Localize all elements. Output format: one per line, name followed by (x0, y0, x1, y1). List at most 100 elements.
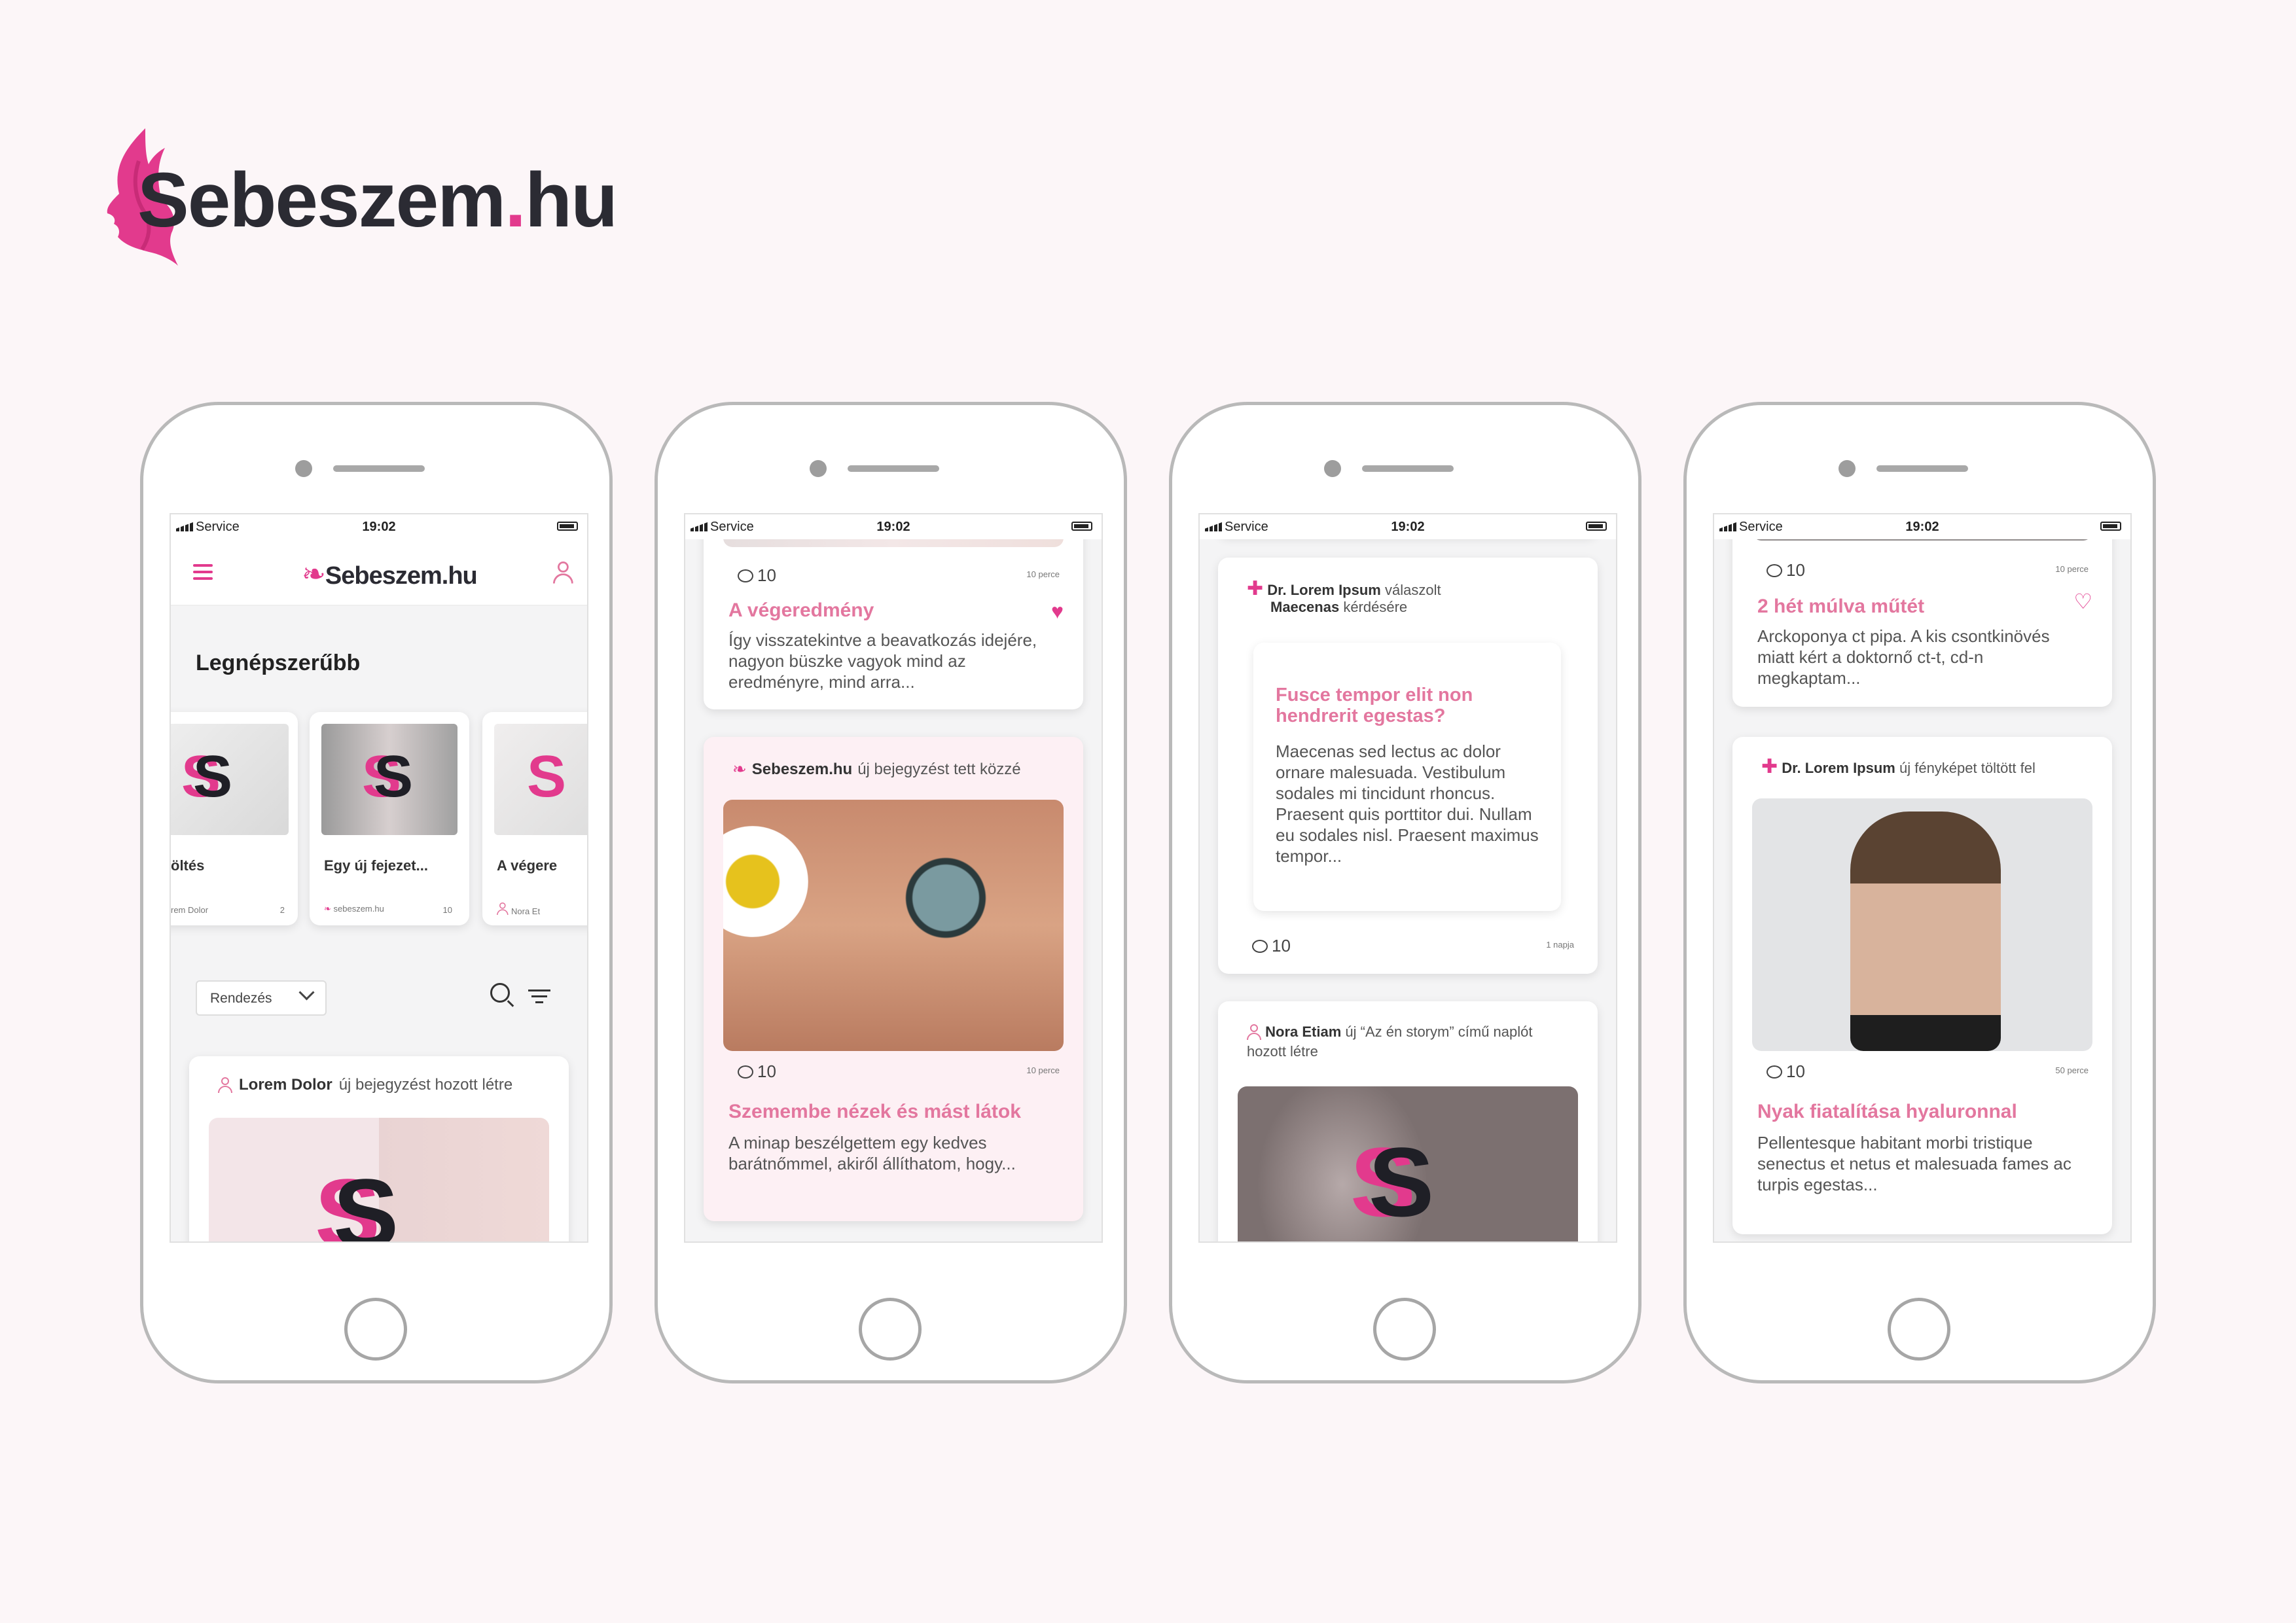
search-icon[interactable] (490, 983, 514, 1007)
phone-mockup-2: Service 19:02 10 10 perce A végeredmény … (655, 402, 1127, 1383)
speaker (1876, 465, 1968, 472)
home-button[interactable] (344, 1298, 407, 1361)
chevron-down-icon (298, 984, 315, 1001)
feed-card[interactable]: ✚ Dr. Lorem Ipsum új fényképet töltött f… (1732, 737, 2112, 1234)
phone-mockup-1: Service 19:02 ❧Sebeszem.hu Legnépszerűbb… (140, 402, 613, 1383)
post-title: 2 hét múlva műtét (1757, 596, 1925, 617)
battery-icon (1071, 522, 1092, 531)
heart-outline-icon[interactable]: ♡ (2073, 589, 2092, 614)
comment-icon (1252, 939, 1268, 953)
s-logo-icon: S (333, 1158, 399, 1243)
screen-photos: Service 19:02 10 10 perce 2 hét múlva mű… (1713, 513, 2132, 1243)
post-title: A végeredmény (728, 599, 874, 621)
comment-count[interactable]: 10 (1767, 1061, 1805, 1082)
card-author: ❧ sebeszem.hu (324, 904, 384, 914)
speaker (848, 465, 939, 472)
comment-icon (1767, 1065, 1782, 1079)
feed-card[interactable]: 10 10 perce A végeredmény ♥ Így visszate… (704, 514, 1083, 709)
post-image (1752, 798, 2092, 1051)
comment-icon (1767, 563, 1782, 577)
home-button[interactable] (1373, 1298, 1436, 1361)
user-icon (1247, 1024, 1261, 1040)
feed-meta: ✚ Dr. Lorem Ipsum új fényképet töltött f… (1761, 756, 2036, 777)
post-body: Így visszatekintve a beavatkozás idejére… (728, 630, 1037, 692)
battery-icon (557, 522, 578, 531)
status-bar: Service 19:02 (685, 514, 1102, 539)
camera (810, 460, 827, 477)
s-logo-icon: S (527, 744, 567, 810)
feed-card[interactable]: ✚ Dr. Lorem Ipsum válaszolt Maecenas kér… (1218, 558, 1598, 974)
card-title: öltés (171, 857, 205, 874)
s-logo-icon: S (193, 744, 233, 810)
speaker (333, 465, 425, 472)
feed-card[interactable]: Lorem Dolor új bejegyzést hozott létre S (189, 1056, 569, 1243)
comment-count[interactable]: 10 (1767, 560, 1805, 580)
user-icon (218, 1077, 232, 1093)
medical-cross-icon: ✚ (1247, 578, 1264, 599)
carousel-card[interactable]: S öltés rem Dolor 2 (171, 712, 298, 925)
feed-meta: ✚ Dr. Lorem Ipsum válaszolt Maecenas kér… (1247, 578, 1441, 616)
question-title: Fusce tempor elit non hendrerit egestas? (1276, 685, 1473, 726)
brand-mini-icon: ❧ (732, 759, 747, 779)
post-time: 1 napja (1546, 940, 1574, 950)
feed-card[interactable]: 10 10 perce 2 hét múlva műtét ♡ Arckopon… (1732, 514, 2112, 707)
s-logo-icon: S (1369, 1127, 1435, 1237)
daisy-icon (723, 826, 808, 937)
question-body: Maecenas sed lectus ac dolor ornare male… (1276, 741, 1539, 866)
screen-answers: Service 19:02 ✚ Dr. Lorem Ipsum válaszol… (1198, 513, 1617, 1243)
card-count: 2 (279, 905, 285, 915)
header-logo[interactable]: ❧Sebeszem.hu (302, 558, 478, 591)
card-title: Egy új fejezet... (324, 857, 428, 874)
carousel-card[interactable]: S Egy új fejezet... ❧ sebeszem.hu 10 (310, 712, 469, 925)
post-time: 10 perce (1026, 1065, 1060, 1075)
woman-back-figure (1850, 812, 2001, 1051)
screen-feed: Service 19:02 10 10 perce A végeredmény … (684, 513, 1103, 1243)
battery-icon (2100, 522, 2121, 531)
section-title: Legnépszerűbb (196, 651, 361, 675)
clock: 19:02 (362, 520, 396, 534)
comment-icon (738, 1065, 753, 1079)
status-bar: Service 19:02 (1714, 514, 2130, 539)
heart-icon[interactable]: ♥ (1051, 599, 1064, 624)
profile-icon[interactable] (553, 562, 573, 584)
comment-count[interactable]: 10 (738, 1061, 776, 1082)
status-bar: Service 19:02 (1200, 514, 1616, 539)
card-author: rem Dolor (171, 905, 209, 915)
menu-icon[interactable] (193, 564, 213, 580)
feed-card[interactable]: Nora Etiam új “Az én storym” című naplót… (1218, 1001, 1598, 1241)
comment-icon (738, 569, 753, 582)
post-image (723, 800, 1064, 1051)
home-button[interactable] (1888, 1298, 1950, 1361)
carousel-card[interactable]: S A végere Nora Et (482, 712, 587, 925)
post-image: S (1238, 1086, 1578, 1241)
post-body: Pellentesque habitant morbi tristique se… (1757, 1133, 2072, 1194)
screen-home: Service 19:02 ❧Sebeszem.hu Legnépszerűbb… (170, 513, 588, 1243)
brand-logo: Sebeszem.hu (99, 122, 618, 266)
feed-card[interactable]: ❧ Sebeszem.hu új bejegyzést tett közzé 10… (704, 737, 1083, 1221)
card-count: 10 (442, 905, 452, 915)
clock: 19:02 (876, 520, 910, 534)
thumbnail: S (494, 724, 587, 835)
feed-meta: ❧ Sebeszem.hu új bejegyzést tett közzé (732, 759, 1021, 779)
battery-icon (1586, 522, 1607, 531)
post-time: 10 perce (2055, 564, 2089, 574)
comment-count[interactable]: 10 (738, 565, 776, 586)
post-image: S (209, 1118, 549, 1243)
card-title: A végere (497, 857, 558, 874)
speaker (1362, 465, 1454, 472)
clock: 19:02 (1391, 520, 1425, 534)
camera (1839, 460, 1856, 477)
camera (1324, 460, 1341, 477)
clock: 19:02 (1905, 520, 1939, 534)
card-author: Nora Et (497, 902, 540, 918)
home-button[interactable] (859, 1298, 922, 1361)
post-time: 50 perce (2055, 1065, 2089, 1075)
filter-icon[interactable] (528, 990, 550, 1004)
medical-cross-icon: ✚ (1761, 756, 1778, 777)
sort-dropdown[interactable]: Rendezés (196, 980, 327, 1016)
comment-count[interactable]: 10 (1252, 936, 1291, 956)
camera (295, 460, 312, 477)
post-time: 10 perce (1026, 569, 1060, 579)
question-card[interactable]: Fusce tempor elit non hendrerit egestas?… (1253, 643, 1561, 911)
phone-mockup-4: Service 19:02 10 10 perce 2 hét múlva mű… (1683, 402, 2156, 1383)
